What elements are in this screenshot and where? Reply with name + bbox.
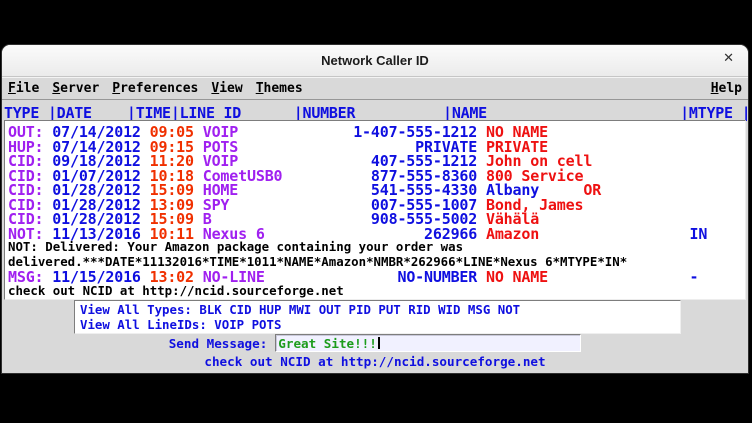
field-name: NO NAME (477, 268, 548, 286)
list-row[interactable]: HUP: 07/14/2012 09:15 POTS PRIVATE PRIVA… (8, 138, 745, 153)
send-message-input[interactable]: Great Site!!! (275, 334, 581, 352)
view-all-lineids: View All LineIDs: VOIP POTS (80, 317, 680, 332)
column-header: TYPE |DATE |TIME|LINE ID |NUMBER |NAME |… (2, 100, 748, 121)
menu-item-server[interactable]: Server (52, 81, 99, 96)
menu-item-preferences[interactable]: Preferences (112, 81, 198, 96)
list-row[interactable]: CID: 01/07/2012 10:18 CometUSB0 877-555-… (8, 167, 745, 182)
send-message-label: Send Message: (169, 336, 268, 351)
list-row[interactable]: delivered.***DATE*11132016*TIME*1011*NAM… (8, 254, 745, 269)
call-list[interactable]: OUT: 07/14/2012 09:05 VOIP 1-407-555-121… (4, 120, 746, 300)
ncid-window: Network Caller ID ✕ File Server Preference… (1, 44, 749, 374)
send-message-row: Send Message: Great Site!!! (2, 334, 748, 352)
list-row[interactable]: CID: 01/28/2012 15:09 HOME 541-555-4330 … (8, 181, 745, 196)
field-message: delivered.***DATE*11132016*TIME*1011*NAM… (8, 254, 627, 269)
list-row[interactable]: CID: 01/28/2012 13:09 SPY 007-555-1007 B… (8, 196, 745, 211)
list-row[interactable]: NOT: 11/13/2016 10:11 Nexus 6 262966 Ama… (8, 225, 745, 240)
field-message: NOT: Delivered: Your Amazon package cont… (8, 239, 463, 254)
text-cursor (378, 337, 380, 349)
menu-item-view[interactable]: View (211, 81, 242, 96)
list-row[interactable]: CID: 01/28/2012 15:09 B 908-555-5002 Väh… (8, 210, 745, 225)
menu-item-help[interactable]: Help (711, 81, 742, 96)
view-all-types: View All Types: BLK CID HUP MWI OUT PID … (80, 302, 680, 317)
title-bar: Network Caller ID ✕ (2, 45, 748, 77)
menu-items: File Server Preferences View Themes (8, 81, 303, 96)
footer-link-text: check out NCID at http://ncid.sourceforg… (2, 354, 748, 369)
send-message-value: Great Site!!! (278, 336, 377, 351)
menu-item-file[interactable]: File (8, 81, 39, 96)
field-message: check out NCID at http://ncid.sourceforg… (8, 283, 344, 298)
list-row[interactable]: OUT: 07/14/2012 09:05 VOIP 1-407-555-121… (8, 123, 745, 138)
view-all-panel: View All Types: BLK CID HUP MWI OUT PID … (74, 300, 681, 334)
window-title: Network Caller ID (321, 53, 429, 68)
close-icon[interactable]: ✕ (723, 52, 734, 65)
menu-item-themes[interactable]: Themes (256, 81, 303, 96)
list-row[interactable]: MSG: 11/15/2016 13:02 NO-LINE NO-NUMBER … (8, 268, 745, 283)
field-name: Amazon (477, 225, 539, 243)
field-mtype: - (548, 268, 698, 286)
field-mtype: IN (539, 225, 707, 243)
menu-bar: File Server Preferences View Themes Help (2, 77, 748, 100)
list-row[interactable]: CID: 09/18/2012 11:20 VOIP 407-555-1212 … (8, 152, 745, 167)
